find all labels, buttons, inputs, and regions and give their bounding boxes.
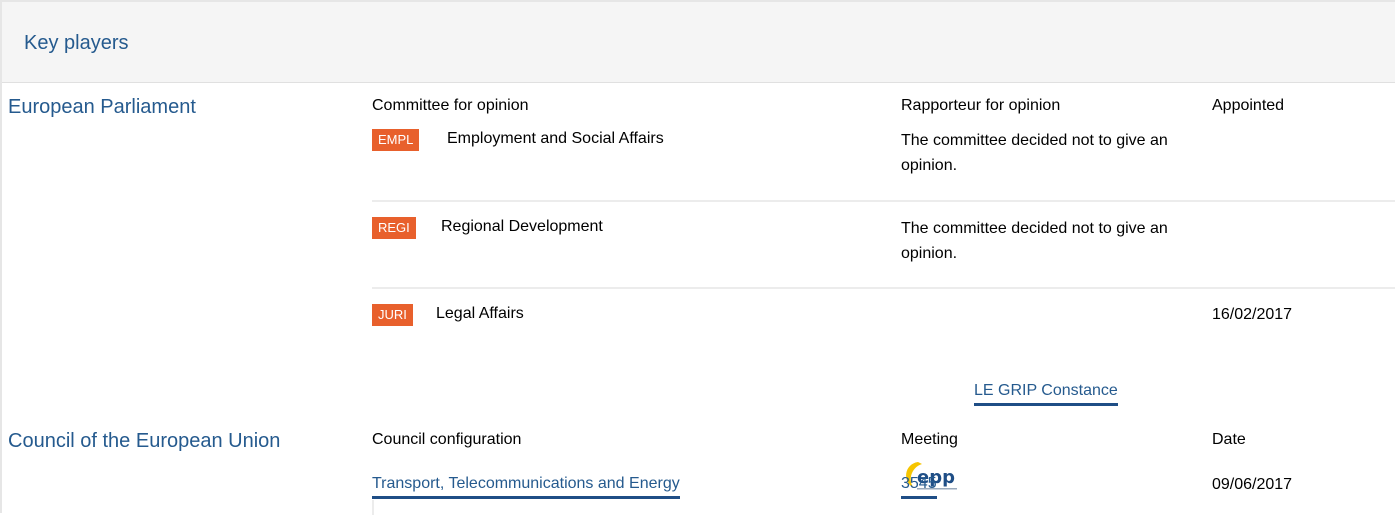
committee-badge-regi: REGI bbox=[372, 217, 416, 239]
col-rapporteur-header: Rapporteur for opinion bbox=[901, 97, 1061, 114]
committee-name-juri: Legal Affairs bbox=[436, 305, 524, 322]
council-configuration-link[interactable]: Transport, Telecommunications and Energy bbox=[372, 475, 680, 499]
council-label: Council of the European Union bbox=[8, 430, 281, 452]
parliament-label: European Parliament bbox=[8, 96, 196, 118]
col-committee-header: Committee for opinion bbox=[372, 97, 529, 114]
col-date-header: Date bbox=[1212, 431, 1246, 448]
appointed-date-juri: 16/02/2017 bbox=[1212, 306, 1293, 323]
col-meeting-header: Meeting bbox=[901, 431, 958, 448]
col-configuration-header: Council configuration bbox=[372, 431, 522, 448]
rapporteur-link-le-grip[interactable]: LE GRIP Constance bbox=[974, 382, 1118, 406]
col-appointed-header: Appointed bbox=[1212, 97, 1285, 114]
committee-name-empl: Employment and Social Affairs bbox=[447, 130, 664, 147]
council-meeting-link[interactable]: 3545 bbox=[901, 475, 937, 499]
rapporteur-text-regi: The committee decided not to give an opi… bbox=[901, 220, 1168, 262]
committee-badge-empl: EMPL bbox=[372, 129, 420, 151]
council-date: 09/06/2017 bbox=[1212, 476, 1293, 493]
panel-title: Key players bbox=[24, 32, 129, 54]
committee-badge-juri: JURI bbox=[372, 304, 413, 326]
row-separator bbox=[372, 200, 1395, 202]
rapporteur-text-empl: The committee decided not to give an opi… bbox=[901, 132, 1168, 174]
column-divider bbox=[372, 500, 374, 515]
panel-header: Key players bbox=[2, 2, 1395, 83]
committee-name-regi: Regional Development bbox=[441, 218, 603, 235]
row-separator bbox=[372, 287, 1395, 289]
